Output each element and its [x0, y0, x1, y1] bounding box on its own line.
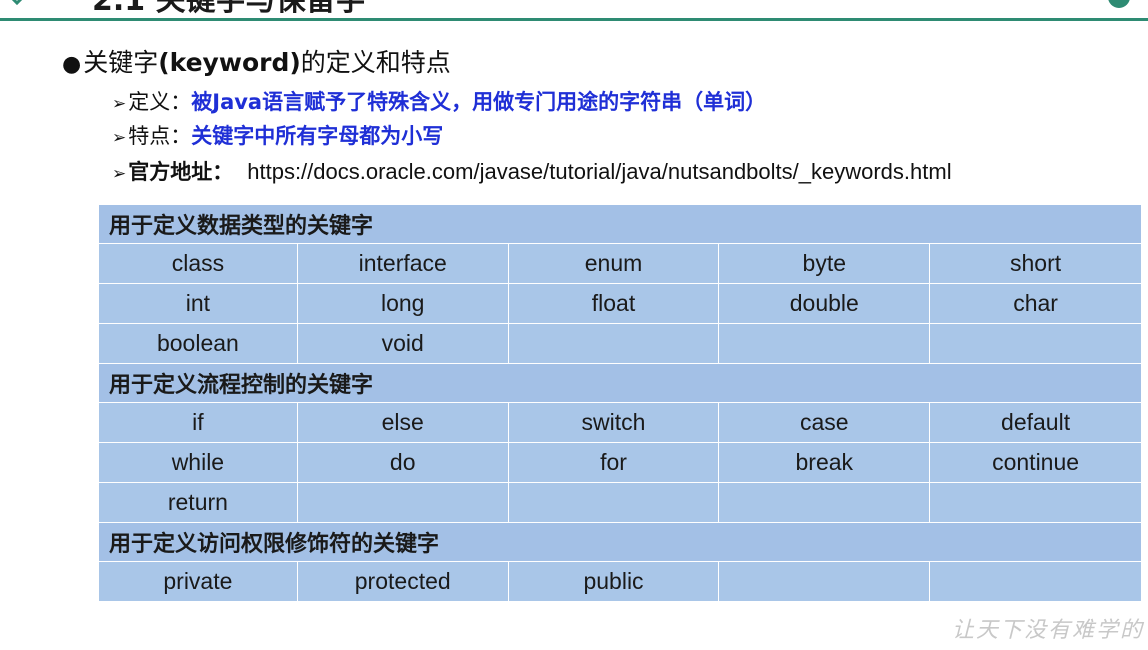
keyword-cell: public	[507, 561, 720, 602]
table-row: if else switch case default	[98, 402, 1142, 443]
feature-line: ➢特点：关键字中所有字母都为小写	[112, 122, 443, 152]
keyword-cell: default	[929, 402, 1142, 443]
keyword-cell: break	[718, 442, 931, 483]
definition-line: ➢定义：被Java语言赋予了特殊含义，用做专门用途的字符串（单词）	[112, 88, 766, 118]
keyword-cell: class	[98, 243, 298, 284]
url-label: 官方地址：	[128, 160, 234, 184]
keyword-cell	[718, 561, 931, 602]
keyword-cell: long	[296, 283, 509, 324]
circle-icon	[1108, 0, 1130, 8]
keyword-cell: else	[296, 402, 509, 443]
heading-text-pre: 关键字	[83, 48, 159, 77]
keyword-cell: byte	[718, 243, 931, 284]
definition-text: 被Java语言赋予了特殊含义，用做专门用途的字符串（单词）	[191, 90, 767, 114]
keyword-cell	[507, 323, 720, 364]
keyword-cell: while	[98, 442, 298, 483]
section-header-row: 用于定义数据类型的关键字	[98, 204, 1142, 244]
keyword-cell: double	[718, 283, 931, 324]
arrow-icon: ➢	[112, 94, 127, 114]
keyword-cell: do	[296, 442, 509, 483]
keyword-cell: interface	[296, 243, 509, 284]
url-line: ➢官方地址： https://docs.oracle.com/javase/tut…	[112, 158, 952, 188]
keyword-cell: int	[98, 283, 298, 324]
keyword-cell	[718, 482, 931, 523]
keyword-cell: continue	[929, 442, 1142, 483]
table-row: private protected public	[98, 561, 1142, 602]
table-row: boolean void	[98, 323, 1142, 364]
section-title: 用于定义访问权限修饰符的关键字	[98, 522, 1142, 562]
keyword-cell: switch	[507, 402, 720, 443]
keyword-cell: void	[296, 323, 509, 364]
arrow-icon: ➢	[112, 164, 127, 184]
feature-text: 关键字中所有字母都为小写	[191, 124, 444, 148]
keyword-cell	[718, 323, 931, 364]
arrow-icon: ➢	[112, 128, 127, 148]
chevron-down-icon	[11, 0, 23, 6]
keyword-cell	[929, 323, 1142, 364]
keyword-cell	[929, 482, 1142, 523]
section-heading: ●关键字(keyword)的定义和特点	[62, 46, 451, 82]
keyword-cell	[507, 482, 720, 523]
section-header-row: 用于定义访问权限修饰符的关键字	[98, 522, 1142, 562]
keywords-table: 用于定义数据类型的关键字 class interface enum byte short i…	[98, 204, 1142, 602]
table-row: class interface enum byte short	[98, 243, 1142, 284]
keyword-cell: boolean	[98, 323, 298, 364]
keyword-cell: protected	[296, 561, 509, 602]
keyword-cell	[929, 561, 1142, 602]
table-row: int long float double char	[98, 283, 1142, 324]
keyword-cell: float	[507, 283, 720, 324]
heading-keyword: (keyword)	[158, 48, 301, 77]
heading-text-post: 的定义和特点	[300, 48, 451, 77]
keyword-cell: private	[98, 561, 298, 602]
docs-link[interactable]: https://docs.oracle.com/javase/tutorial/…	[247, 159, 951, 184]
watermark: 让天下没有难学的	[951, 618, 1144, 643]
section-title: 用于定义流程控制的关键字	[98, 363, 1142, 403]
feature-label: 特点：	[128, 124, 192, 148]
table-row: return	[98, 482, 1142, 523]
keyword-cell: short	[929, 243, 1142, 284]
keyword-cell: case	[718, 402, 931, 443]
definition-label: 定义：	[128, 90, 192, 114]
keyword-cell: for	[507, 442, 720, 483]
header-bar: 2.1 关键字与保留字	[0, 0, 1148, 21]
section-title: 用于定义数据类型的关键字	[98, 204, 1142, 244]
keyword-cell: enum	[507, 243, 720, 284]
bullet-icon: ●	[62, 52, 82, 77]
section-header-row: 用于定义流程控制的关键字	[98, 363, 1142, 403]
keyword-cell: char	[929, 283, 1142, 324]
table-row: while do for break continue	[98, 442, 1142, 483]
keyword-cell	[296, 482, 509, 523]
page-title: 2.1 关键字与保留字	[92, 0, 366, 18]
keyword-cell: return	[98, 482, 298, 523]
keyword-cell: if	[98, 402, 298, 443]
